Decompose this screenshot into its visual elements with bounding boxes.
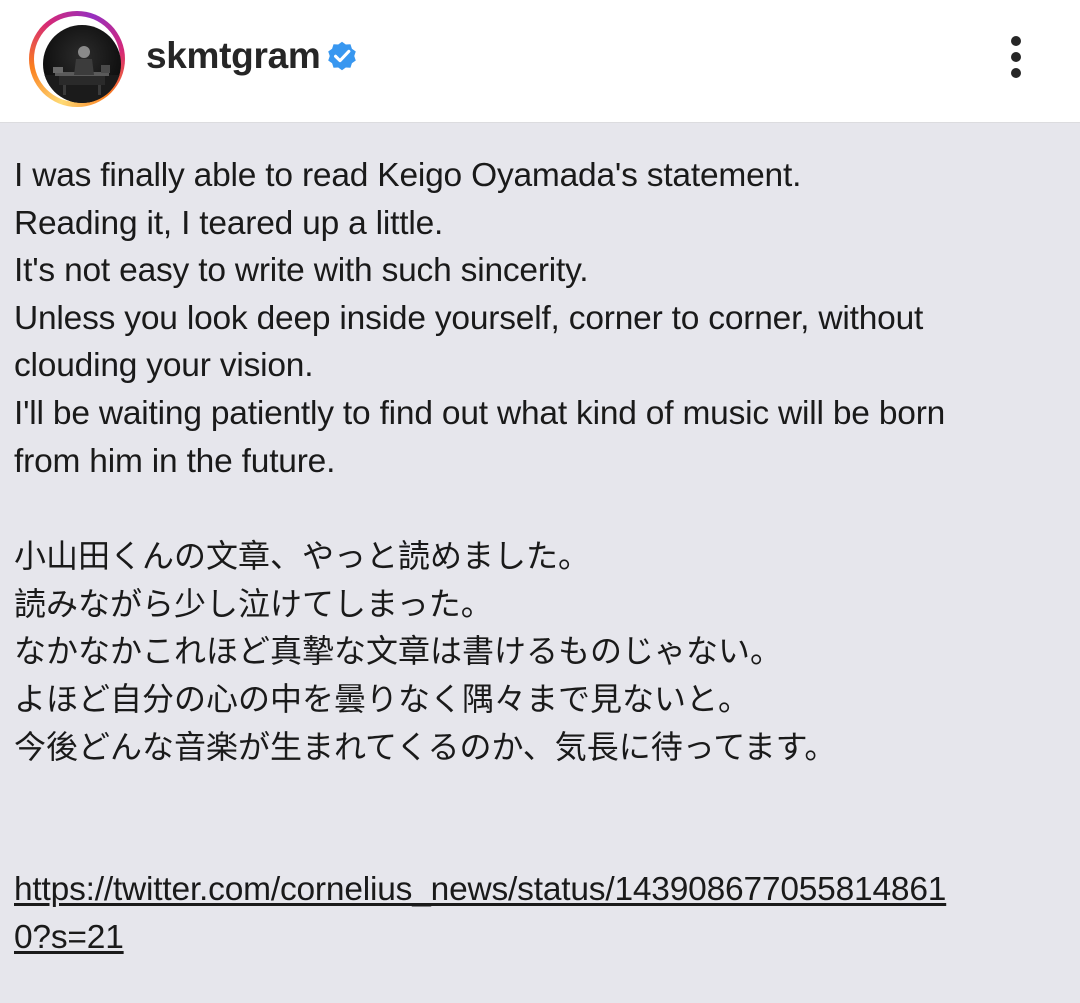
- story-ring[interactable]: [29, 11, 125, 107]
- avatar-image-icon: [43, 46, 121, 103]
- caption-line: なかなかこれほど真摯な文章は書けるものじゃない。: [14, 633, 783, 670]
- caption-line: Unless you look deep inside yourself, co…: [14, 299, 924, 337]
- caption-english: I was finally able to read Keigo Oyamada…: [14, 152, 1069, 485]
- caption-line: I was finally able to read Keigo Oyamada…: [14, 157, 802, 194]
- avatar[interactable]: [43, 25, 121, 103]
- link-line[interactable]: https://twitter.com/cornelius_news/statu…: [14, 866, 1069, 914]
- caption-line: I'll be waiting patiently to find out wh…: [14, 394, 946, 432]
- caption-line: 今後どんな音楽が生まれてくるのか、気長に待ってます。: [14, 728, 837, 765]
- post-caption: I was finally able to read Keigo Oyamada…: [14, 152, 1069, 961]
- caption-line: clouding your vision.: [14, 347, 314, 385]
- caption-line: Reading it, I teared up a little.: [14, 204, 444, 242]
- verified-badge-icon: [328, 41, 356, 71]
- caption-line: よほど自分の心の中を曇りなく隅々まで見ないと。: [14, 680, 751, 717]
- post-header: skmtgram: [0, 0, 1080, 123]
- link-line[interactable]: 0?s=21: [14, 914, 1069, 962]
- caption-link[interactable]: https://twitter.com/cornelius_news/statu…: [14, 866, 1069, 961]
- avatar-gap: [34, 16, 121, 103]
- username[interactable]: skmtgram: [146, 34, 321, 78]
- caption-line: from him in the future.: [14, 442, 336, 480]
- caption-line: 小山田くんの文章、やっと読めました。: [14, 538, 591, 575]
- caption-line: 読みながら少し泣けてしまった。: [14, 585, 493, 622]
- more-options-button[interactable]: [1000, 34, 1032, 80]
- caption-japanese: 小山田くんの文章、やっと読めました。 読みながら少し泣けてしまった。 なかなかこ…: [14, 533, 1069, 771]
- caption-line: It's not easy to write with such sinceri…: [14, 252, 589, 290]
